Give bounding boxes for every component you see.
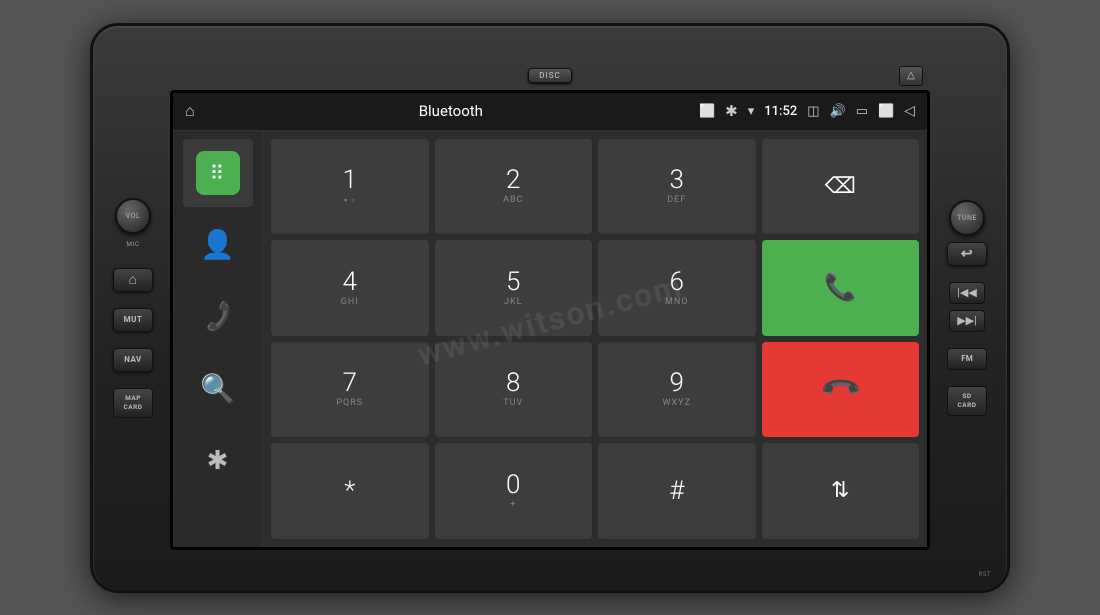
home-icon[interactable]: ⌂ (185, 101, 195, 121)
prev-button[interactable]: |◀◀ (949, 282, 985, 304)
key-backspace[interactable]: ⌫ (762, 139, 920, 235)
key-3[interactable]: 3 DEF (598, 139, 756, 235)
vol-knob[interactable]: VOL (115, 198, 151, 234)
main-screen: www.witson.com ⌂ Bluetooth ⬜ ✱ ▾ 11:52 ◫… (170, 90, 930, 550)
back-nav-icon[interactable]: ◁ (904, 103, 915, 119)
status-icons: ⬜ ✱ ▾ 11:52 ◫ 🔊 ▭ ⬜ ◁ (699, 102, 915, 120)
end-call-icon: 📞 (818, 367, 862, 411)
call-icon: 📞 (824, 273, 856, 303)
disc-top-bar: DISC △ (169, 66, 931, 86)
key-hash[interactable]: # (598, 443, 756, 539)
dialpad-grid: 1 ▪ ▫ 2 ABC 3 DEF ⌫ (271, 139, 919, 539)
screen-wrapper: DISC △ www.witson.com ⌂ Bluetooth ⬜ ✱ ▾ … (169, 66, 931, 550)
key-6[interactable]: 6 MNO (598, 240, 756, 336)
sd-card-label: SDCARD (957, 392, 976, 409)
car-head-unit: VOL MIC ⌂ MUT NAV MAPCARD DISC △ www.wit… (90, 23, 1010, 593)
key-9[interactable]: 9 WXYZ (598, 342, 756, 438)
mut-button[interactable]: MUT (113, 308, 153, 332)
sidebar: ⠿ 👤 📞 🔍 ✱ (173, 131, 263, 547)
sidebar-item-dialpad[interactable]: ⠿ (183, 139, 253, 207)
wifi-icon: ▾ (748, 104, 755, 119)
battery-icon: ▭ (856, 104, 868, 119)
dialpad-area: 1 ▪ ▫ 2 ABC 3 DEF ⌫ (263, 131, 927, 547)
key-0[interactable]: 0 + (435, 443, 593, 539)
key-end-call[interactable]: 📞 (762, 342, 920, 438)
sd-card-button[interactable]: SDCARD (947, 386, 987, 416)
status-time: 11:52 (764, 104, 797, 119)
key-1[interactable]: 1 ▪ ▫ (271, 139, 429, 235)
right-controls: TUNE ↩ |◀◀ ▶▶| FM SDCARD (941, 200, 993, 416)
sidebar-item-bluetooth[interactable]: ✱ (183, 427, 253, 495)
fm-button[interactable]: FM (947, 348, 987, 370)
vol-label: VOL (126, 212, 141, 220)
calls-icon: 📞 (199, 299, 235, 334)
key-7[interactable]: 7 PQRS (271, 342, 429, 438)
eject-button[interactable]: △ (899, 66, 923, 86)
disc-label: DISC (528, 68, 571, 83)
rst-label: RST (979, 571, 991, 578)
key-5[interactable]: 5 JKL (435, 240, 593, 336)
dialpad-icon: ⠿ (196, 151, 240, 195)
bluetooth-sidebar-icon: ✱ (207, 446, 229, 476)
nav-button[interactable]: NAV (113, 348, 153, 372)
tune-label: TUNE (957, 214, 977, 222)
status-title: Bluetooth (211, 102, 691, 120)
search-icon: 🔍 (200, 372, 235, 405)
bluetooth-status-icon: ✱ (725, 102, 738, 120)
key-call[interactable]: 📞 (762, 240, 920, 336)
contacts-icon: 👤 (200, 228, 235, 261)
key-sort[interactable]: ⇅ (762, 443, 920, 539)
camera-icon: ◫ (807, 104, 819, 119)
key-star[interactable]: * (271, 443, 429, 539)
map-card-label: MAPCARD (123, 394, 142, 411)
sidebar-item-calls[interactable]: 📞 (183, 283, 253, 351)
home-hw-button[interactable]: ⌂ (113, 268, 153, 292)
sidebar-item-search[interactable]: 🔍 (183, 355, 253, 423)
mic-label: MIC (126, 240, 139, 248)
sidebar-item-contacts[interactable]: 👤 (183, 211, 253, 279)
back-hw-button[interactable]: ↩ (947, 242, 987, 266)
left-controls: VOL MIC ⌂ MUT NAV MAPCARD (107, 198, 159, 418)
photo-icon: ⬜ (699, 104, 715, 119)
key-4[interactable]: 4 GHI (271, 240, 429, 336)
window-icon: ⬜ (878, 104, 894, 119)
volume-icon: 🔊 (830, 104, 846, 119)
status-bar: ⌂ Bluetooth ⬜ ✱ ▾ 11:52 ◫ 🔊 ▭ ⬜ ◁ (173, 93, 927, 131)
map-card-button[interactable]: MAPCARD (113, 388, 153, 418)
next-button[interactable]: ▶▶| (949, 310, 985, 332)
key-8[interactable]: 8 TUV (435, 342, 593, 438)
main-content: ⠿ 👤 📞 🔍 ✱ (173, 131, 927, 547)
key-2[interactable]: 2 ABC (435, 139, 593, 235)
tune-knob[interactable]: TUNE (949, 200, 985, 236)
